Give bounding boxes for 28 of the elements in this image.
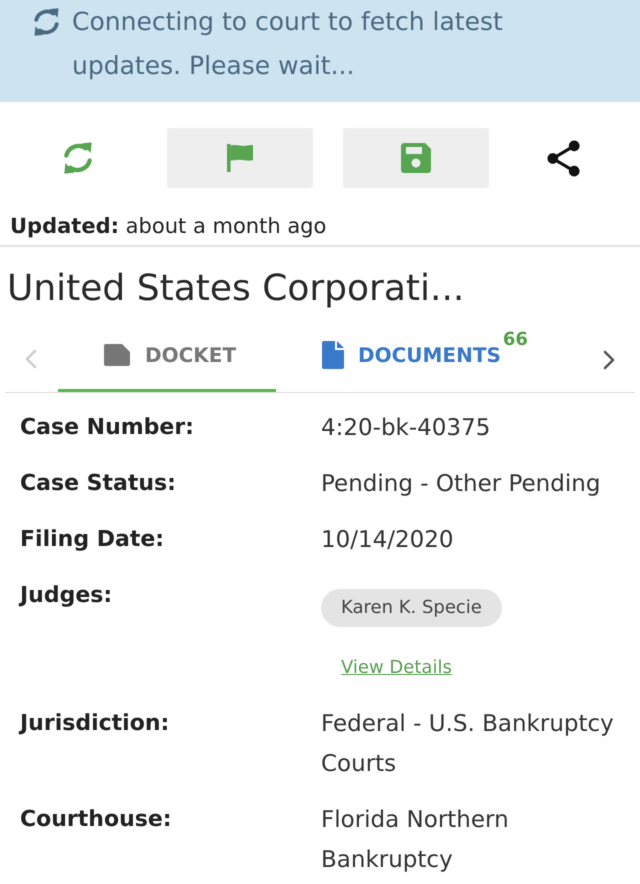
field-label: Judges: bbox=[20, 582, 114, 610]
status-message: Connecting to court to fetch latest updates. Please wait... bbox=[72, 6, 504, 82]
note-icon bbox=[104, 344, 130, 366]
field-value: Pending - Other Pending bbox=[321, 470, 602, 499]
field-value: Federal - U.S. Bankruptcy Courts bbox=[321, 710, 615, 779]
chevron-left-icon bbox=[25, 349, 37, 369]
document-icon bbox=[322, 341, 344, 369]
flag-button[interactable] bbox=[167, 128, 313, 188]
field-label: Courthouse: bbox=[20, 806, 173, 834]
share-icon bbox=[546, 140, 580, 176]
field-value: Florida Northern Bankruptcy bbox=[321, 806, 510, 875]
flag-icon bbox=[227, 144, 253, 172]
judge-tag[interactable]: Karen K. Specie bbox=[321, 589, 502, 627]
field-label: Jurisdiction: bbox=[20, 710, 170, 738]
case-title: United States Corporati... bbox=[6, 267, 466, 311]
updated-text: Updated: about a month ago bbox=[0, 211, 640, 247]
refresh-icon bbox=[63, 141, 93, 175]
field-value: 10/14/2020 bbox=[321, 526, 455, 555]
tab[interactable]: DOCKET bbox=[58, 320, 276, 392]
save-icon bbox=[401, 143, 431, 173]
view-details-link[interactable]: View Details bbox=[341, 648, 452, 688]
document-count: 66 bbox=[502, 329, 528, 351]
chevron-right-icon bbox=[603, 350, 615, 370]
field-value: 4:20-bk-40375 bbox=[321, 414, 492, 443]
field-label: Case Number: bbox=[20, 414, 195, 442]
sync-icon bbox=[33, 8, 60, 36]
field-label: Filing Date: bbox=[20, 526, 166, 554]
field-label: Case Status: bbox=[20, 470, 177, 498]
